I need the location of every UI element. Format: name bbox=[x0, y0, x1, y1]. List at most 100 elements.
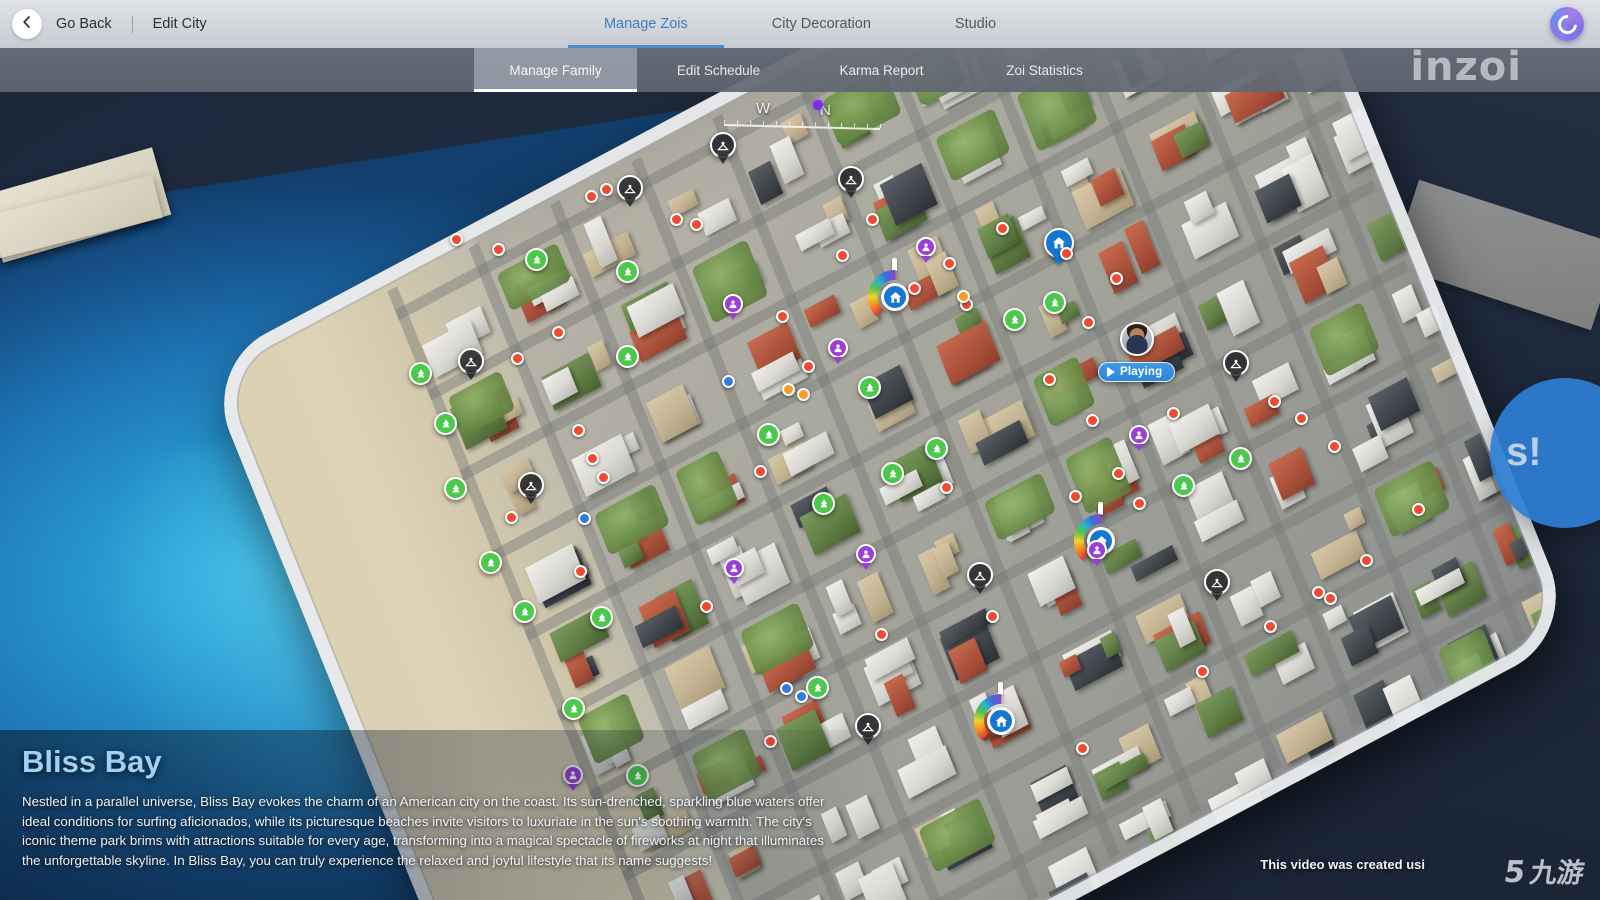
map-marker-dot[interactable] bbox=[797, 388, 810, 401]
map-marker-venue[interactable] bbox=[434, 412, 457, 435]
map-marker-dot[interactable] bbox=[875, 628, 888, 641]
map-marker-dot[interactable] bbox=[996, 222, 1009, 235]
map-marker-dot[interactable] bbox=[511, 352, 524, 365]
map-marker-dot[interactable] bbox=[574, 565, 587, 578]
map-marker-dot[interactable] bbox=[1324, 592, 1337, 605]
map-marker-venue[interactable] bbox=[590, 606, 613, 629]
map-marker-dot[interactable] bbox=[1412, 503, 1425, 516]
map-marker-dot[interactable] bbox=[505, 511, 518, 524]
map-marker-dot[interactable] bbox=[572, 424, 585, 437]
map-marker-venue[interactable] bbox=[858, 376, 881, 399]
map-marker-venue[interactable] bbox=[562, 697, 585, 720]
main-tab-bar[interactable]: Manage ZoisCity DecorationStudio bbox=[0, 0, 1600, 48]
map-marker-service[interactable] bbox=[724, 558, 744, 584]
map-marker-venue[interactable] bbox=[409, 362, 432, 385]
map-marker-dot[interactable] bbox=[1082, 316, 1095, 329]
map-marker-service[interactable] bbox=[1129, 425, 1149, 451]
map-marker-landmark[interactable] bbox=[1223, 350, 1249, 384]
map-marker-venue[interactable] bbox=[881, 462, 904, 485]
map-marker-dot[interactable] bbox=[1196, 665, 1209, 678]
map-marker-dot[interactable] bbox=[600, 183, 613, 196]
map-marker-dot[interactable] bbox=[957, 290, 970, 303]
main-tab-city-decoration[interactable]: City Decoration bbox=[730, 0, 913, 48]
map-marker-dot[interactable] bbox=[795, 690, 808, 703]
map-marker-landmark[interactable] bbox=[617, 175, 643, 209]
map-marker-dot[interactable] bbox=[776, 310, 789, 323]
map-marker-service[interactable] bbox=[723, 294, 743, 320]
map-marker-service[interactable] bbox=[916, 237, 936, 263]
map-marker-dot[interactable] bbox=[1264, 620, 1277, 633]
map-marker-dot[interactable] bbox=[943, 257, 956, 270]
map-marker-landmark[interactable] bbox=[710, 132, 736, 166]
map-marker-venue[interactable] bbox=[757, 423, 780, 446]
map-marker-dot[interactable] bbox=[670, 213, 683, 226]
map-marker-dot[interactable] bbox=[986, 610, 999, 623]
map-marker-dot[interactable] bbox=[1069, 490, 1082, 503]
sub-tab-manage-family[interactable]: Manage Family bbox=[474, 48, 637, 92]
map-marker-dot[interactable] bbox=[1268, 395, 1281, 408]
playing-badge[interactable]: Playing bbox=[1098, 362, 1175, 382]
map-marker-dot[interactable] bbox=[690, 218, 703, 231]
map-marker-dot[interactable] bbox=[578, 512, 591, 525]
map-marker-venue[interactable] bbox=[806, 676, 829, 699]
map-marker-dot[interactable] bbox=[700, 600, 713, 613]
map-marker-service[interactable] bbox=[1087, 540, 1107, 566]
map-marker-dot[interactable] bbox=[1133, 497, 1146, 510]
map-marker-landmark[interactable] bbox=[967, 562, 993, 596]
map-marker-dot[interactable] bbox=[492, 243, 505, 256]
map-marker-dot[interactable] bbox=[1295, 412, 1308, 425]
sub-tab-karma-report[interactable]: Karma Report bbox=[800, 48, 963, 92]
map-marker-dot[interactable] bbox=[552, 326, 565, 339]
map-marker-dot[interactable] bbox=[1360, 554, 1373, 567]
map-marker-dot[interactable] bbox=[836, 249, 849, 262]
playing-zoi-indicator[interactable]: Playing bbox=[1098, 322, 1175, 382]
map-marker-venue[interactable] bbox=[925, 437, 948, 460]
map-marker-dot[interactable] bbox=[586, 452, 599, 465]
go-back-label[interactable]: Go Back bbox=[56, 16, 112, 32]
edit-city-label[interactable]: Edit City bbox=[153, 16, 207, 32]
map-marker-dot[interactable] bbox=[1112, 467, 1125, 480]
map-marker-active-household[interactable] bbox=[972, 688, 1030, 740]
map-marker-venue[interactable] bbox=[812, 492, 835, 515]
go-back-button[interactable] bbox=[12, 9, 42, 39]
map-marker-dot[interactable] bbox=[585, 190, 598, 203]
sub-tab-bar[interactable]: Manage FamilyEdit ScheduleKarma ReportZo… bbox=[0, 48, 1600, 92]
map-marker-dot[interactable] bbox=[1086, 414, 1099, 427]
map-marker-landmark[interactable] bbox=[838, 166, 864, 200]
map-marker-landmark[interactable] bbox=[458, 348, 484, 382]
map-marker-dot[interactable] bbox=[1110, 272, 1123, 285]
map-marker-dot[interactable] bbox=[802, 360, 815, 373]
map-marker-venue[interactable] bbox=[616, 260, 639, 283]
map-marker-landmark[interactable] bbox=[1204, 569, 1230, 603]
map-marker-venue[interactable] bbox=[513, 600, 536, 623]
map-marker-dot[interactable] bbox=[597, 471, 610, 484]
map-marker-dot[interactable] bbox=[1060, 247, 1073, 260]
map-marker-dot[interactable] bbox=[1328, 440, 1341, 453]
map-marker-dot[interactable] bbox=[940, 481, 953, 494]
map-marker-venue[interactable] bbox=[1043, 291, 1066, 314]
map-marker-dot[interactable] bbox=[782, 383, 795, 396]
map-marker-landmark[interactable] bbox=[518, 472, 544, 506]
main-tab-manage-zois[interactable]: Manage Zois bbox=[562, 0, 730, 48]
map-marker-venue[interactable] bbox=[525, 248, 548, 271]
map-marker-dot[interactable] bbox=[722, 375, 735, 388]
sub-tab-zoi-statistics[interactable]: Zoi Statistics bbox=[963, 48, 1126, 92]
map-marker-venue[interactable] bbox=[616, 345, 639, 368]
main-tab-studio[interactable]: Studio bbox=[913, 0, 1038, 48]
sub-tab-edit-schedule[interactable]: Edit Schedule bbox=[637, 48, 800, 92]
map-marker-venue[interactable] bbox=[444, 477, 467, 500]
map-marker-venue[interactable] bbox=[1229, 447, 1252, 470]
map-marker-dot[interactable] bbox=[780, 682, 793, 695]
map-marker-dot[interactable] bbox=[450, 233, 463, 246]
map-marker-dot[interactable] bbox=[1043, 373, 1056, 386]
map-marker-venue[interactable] bbox=[1003, 308, 1026, 331]
map-marker-service[interactable] bbox=[856, 544, 876, 570]
map-marker-dot[interactable] bbox=[1076, 742, 1089, 755]
map-marker-dot[interactable] bbox=[866, 213, 879, 226]
zoi-portrait-icon[interactable] bbox=[1120, 322, 1154, 356]
map-marker-dot[interactable] bbox=[754, 465, 767, 478]
profile-avatar-button[interactable] bbox=[1550, 7, 1584, 41]
map-marker-venue[interactable] bbox=[479, 551, 502, 574]
map-marker-dot[interactable] bbox=[1167, 407, 1180, 420]
map-marker-dot[interactable] bbox=[908, 282, 921, 295]
